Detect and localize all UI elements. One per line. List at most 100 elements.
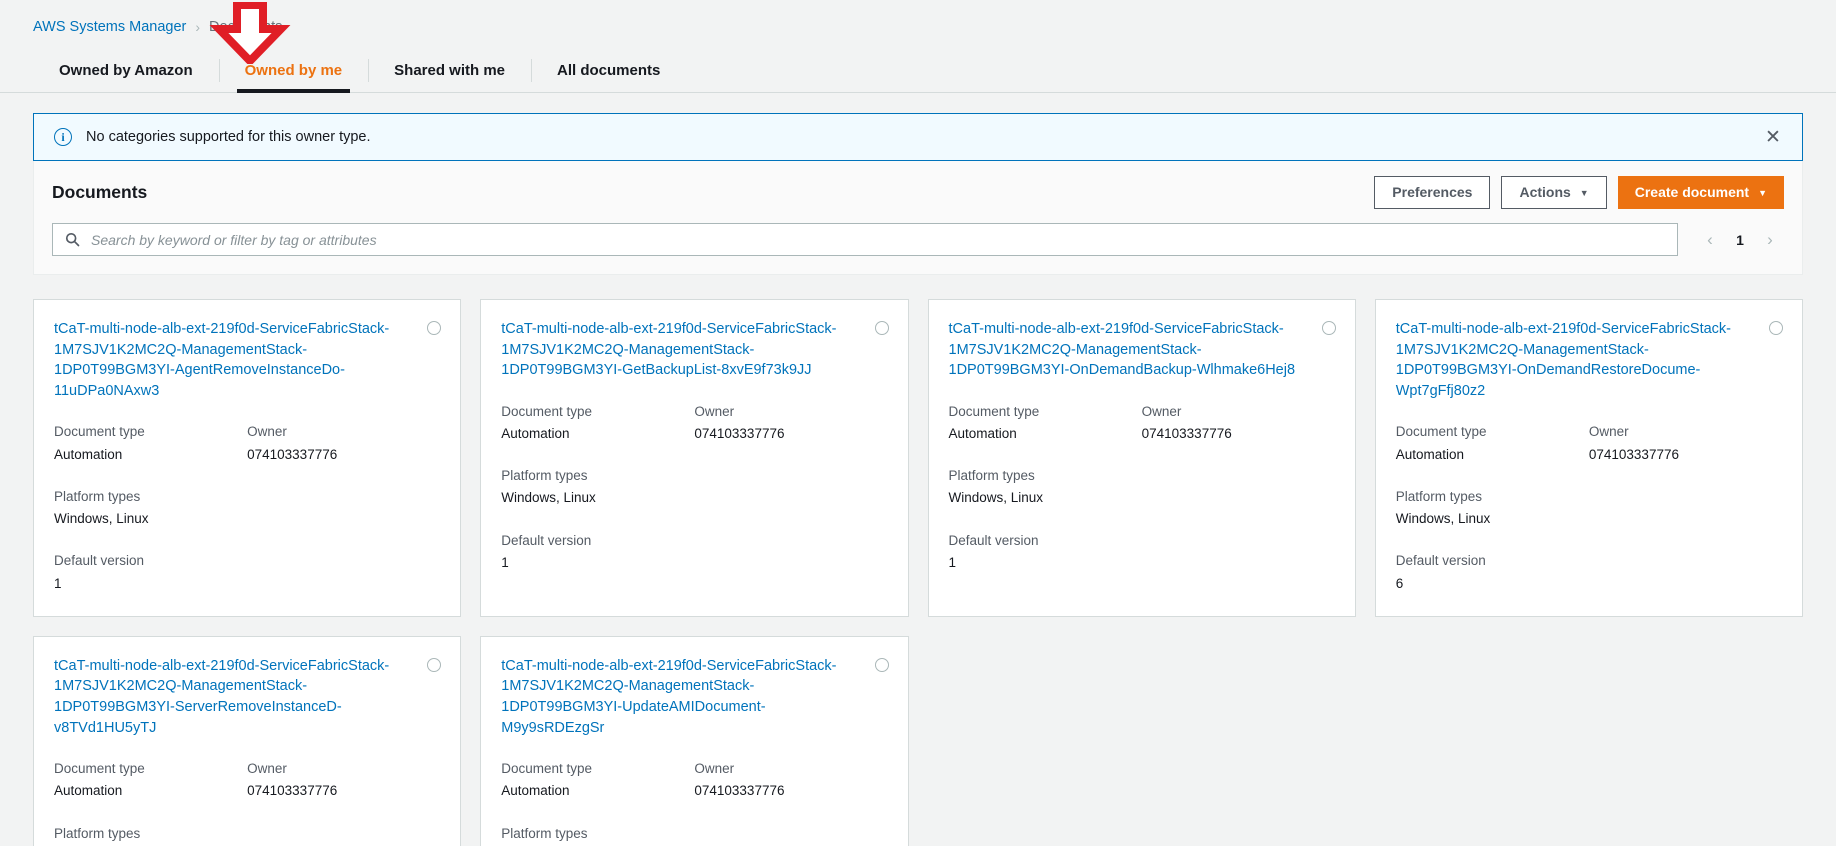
default-version-label: Default version xyxy=(1395,553,1486,569)
panel-action-buttons: Preferences Actions ▼ Create document ▼ xyxy=(1374,175,1784,209)
info-circle-icon: i xyxy=(54,128,72,146)
owner-value: 074103337776 xyxy=(247,783,338,799)
document-card[interactable]: tCaT-multi-node-alb-ext-219f0d-ServiceFa… xyxy=(480,299,909,617)
document-meta-row: Document type Automation Owner 074103337776 xyxy=(501,402,887,445)
document-name-link[interactable]: tCaT-multi-node-alb-ext-219f0d-ServiceFa… xyxy=(54,656,440,738)
search-input[interactable] xyxy=(91,231,1677,248)
platform-types-value: Windows, Linux xyxy=(948,490,1044,506)
document-card[interactable]: tCaT-multi-node-alb-ext-219f0d-ServiceFa… xyxy=(480,635,909,846)
documents-card-grid: tCaT-multi-node-alb-ext-219f0d-ServiceFa… xyxy=(33,299,1803,846)
tab-owned-by-me[interactable]: Owned by me xyxy=(218,49,369,93)
owner-value: 074103337776 xyxy=(694,425,785,441)
search-box[interactable] xyxy=(52,223,1678,256)
document-type-value: Automation xyxy=(54,446,123,462)
breadcrumb: AWS Systems Manager › Documents xyxy=(0,0,1836,35)
document-select-radio[interactable] xyxy=(427,657,442,672)
document-card[interactable]: tCaT-multi-node-alb-ext-219f0d-ServiceFa… xyxy=(927,299,1356,617)
document-name-link[interactable]: tCaT-multi-node-alb-ext-219f0d-ServiceFa… xyxy=(501,319,887,381)
breadcrumb-separator-icon: › xyxy=(195,19,201,35)
default-version-label: Default version xyxy=(501,532,592,548)
platform-types-block: Platform typesWindows, Linux xyxy=(949,466,1335,509)
platform-types-label: Platform types xyxy=(1395,488,1483,504)
document-type-label: Document type xyxy=(501,761,593,777)
tab-all-documents[interactable]: All documents xyxy=(531,49,686,92)
default-version-label: Default version xyxy=(54,553,145,569)
document-name-link[interactable]: tCaT-multi-node-alb-ext-219f0d-ServiceFa… xyxy=(949,319,1335,381)
platform-types-block: Platform types Windows, Linux xyxy=(54,487,440,530)
documents-panel: Documents Preferences Actions ▼ Create d… xyxy=(33,161,1803,275)
tab-label: Owned by me xyxy=(244,62,343,79)
document-select-radio[interactable] xyxy=(874,321,889,335)
default-version-label: Default version xyxy=(948,532,1039,548)
document-select-radio[interactable] xyxy=(874,657,889,672)
document-card[interactable]: tCaT-multi-node-alb-ext-219f0d-ServiceFa… xyxy=(1374,299,1803,617)
document-owner-col: Owner 074103337776 xyxy=(1142,402,1335,445)
create-document-button[interactable]: Create document ▼ xyxy=(1617,175,1784,209)
default-version-block: Default version 1 xyxy=(949,531,1335,574)
document-name-link[interactable]: tCaT-multi-node-alb-ext-219f0d-ServiceFa… xyxy=(501,656,887,738)
document-select-radio[interactable] xyxy=(1769,321,1783,335)
platform-types-value: Windows, Linux xyxy=(1395,511,1491,527)
document-type-value: Automation xyxy=(501,783,570,799)
owner-value: 074103337776 xyxy=(694,783,785,799)
pagination: ‹ 1 › xyxy=(1688,226,1784,254)
preferences-button-label: Preferences xyxy=(1392,184,1473,200)
document-type-col: Document type Automation xyxy=(501,402,694,445)
document-owner-col: Owner 074103337776 xyxy=(1589,422,1782,465)
actions-dropdown-button[interactable]: Actions ▼ xyxy=(1501,175,1607,209)
page-title: Documents xyxy=(52,181,148,202)
document-type-col: Document type Automation xyxy=(1396,422,1589,465)
document-type-value: Automation xyxy=(501,425,570,441)
owner-label: Owner xyxy=(694,403,735,419)
preferences-button[interactable]: Preferences xyxy=(1374,175,1491,209)
owner-value: 074103337776 xyxy=(1141,425,1232,441)
default-version-block: Default version 6 xyxy=(1396,551,1782,594)
platform-types-block: Platform typesWindows, Linux xyxy=(54,824,440,846)
owner-label: Owner xyxy=(247,424,287,440)
document-meta-row: Document type Automation Owner 074103337776 xyxy=(54,759,440,802)
document-name-link[interactable]: tCaT-multi-node-alb-ext-219f0d-ServiceFa… xyxy=(1396,319,1782,401)
default-version-value: 6 xyxy=(1395,575,1404,591)
pagination-prev-icon[interactable]: ‹ xyxy=(1696,226,1724,254)
document-card[interactable]: tCaT-multi-node-alb-ext-219f0d-ServiceFa… xyxy=(33,635,462,846)
document-owner-col: Owner 074103337776 xyxy=(694,402,887,445)
tab-owned-by-amazon[interactable]: Owned by Amazon xyxy=(33,49,219,92)
default-version-value: 1 xyxy=(501,554,509,570)
breadcrumb-current-documents: Documents xyxy=(209,19,283,35)
document-type-label: Document type xyxy=(54,761,145,777)
tab-shared-with-me[interactable]: Shared with me xyxy=(368,49,531,92)
tab-label: All documents xyxy=(557,62,661,79)
pagination-page-1[interactable]: 1 xyxy=(1728,226,1752,254)
platform-types-label: Platform types xyxy=(54,488,141,504)
search-icon xyxy=(65,232,80,247)
breadcrumb-link-systems-manager[interactable]: AWS Systems Manager xyxy=(33,19,186,35)
owner-value: 074103337776 xyxy=(247,446,338,462)
info-banner: i No categories supported for this owner… xyxy=(33,113,1803,161)
close-icon[interactable]: ✕ xyxy=(1762,126,1784,148)
document-type-label: Document type xyxy=(1395,424,1487,440)
actions-button-label: Actions xyxy=(1519,184,1571,200)
document-type-col: Document type Automation xyxy=(501,759,694,802)
owner-label: Owner xyxy=(247,761,287,777)
document-meta-row: Document type Automation Owner 074103337776 xyxy=(54,422,440,465)
document-name-link[interactable]: tCaT-multi-node-alb-ext-219f0d-ServiceFa… xyxy=(54,319,440,401)
document-select-radio[interactable] xyxy=(1321,321,1336,335)
tab-label: Shared with me xyxy=(394,62,506,79)
platform-types-block: Platform typesWindows, Linux xyxy=(501,466,887,509)
owner-value: 074103337776 xyxy=(1588,446,1679,462)
document-owner-col: Owner 074103337776 xyxy=(247,422,440,465)
document-type-col: Document type Automation xyxy=(949,402,1142,445)
search-row: ‹ 1 › xyxy=(52,223,1784,256)
owner-label: Owner xyxy=(694,761,735,777)
document-type-value: Automation xyxy=(1395,446,1465,462)
owner-label: Owner xyxy=(1588,424,1629,440)
owner-label: Owner xyxy=(1141,403,1182,419)
document-type-value: Automation xyxy=(54,783,123,799)
platform-types-value: Windows, Linux xyxy=(54,511,149,527)
document-card[interactable]: tCaT-multi-node-alb-ext-219f0d-ServiceFa… xyxy=(33,299,462,617)
document-type-value: Automation xyxy=(948,425,1017,441)
document-type-label: Document type xyxy=(948,403,1040,419)
platform-types-block: Platform types Windows, Linux xyxy=(1396,487,1782,530)
tab-bar: Owned by Amazon Owned by me Shared with me… xyxy=(0,49,1836,93)
pagination-next-icon[interactable]: › xyxy=(1756,226,1784,254)
